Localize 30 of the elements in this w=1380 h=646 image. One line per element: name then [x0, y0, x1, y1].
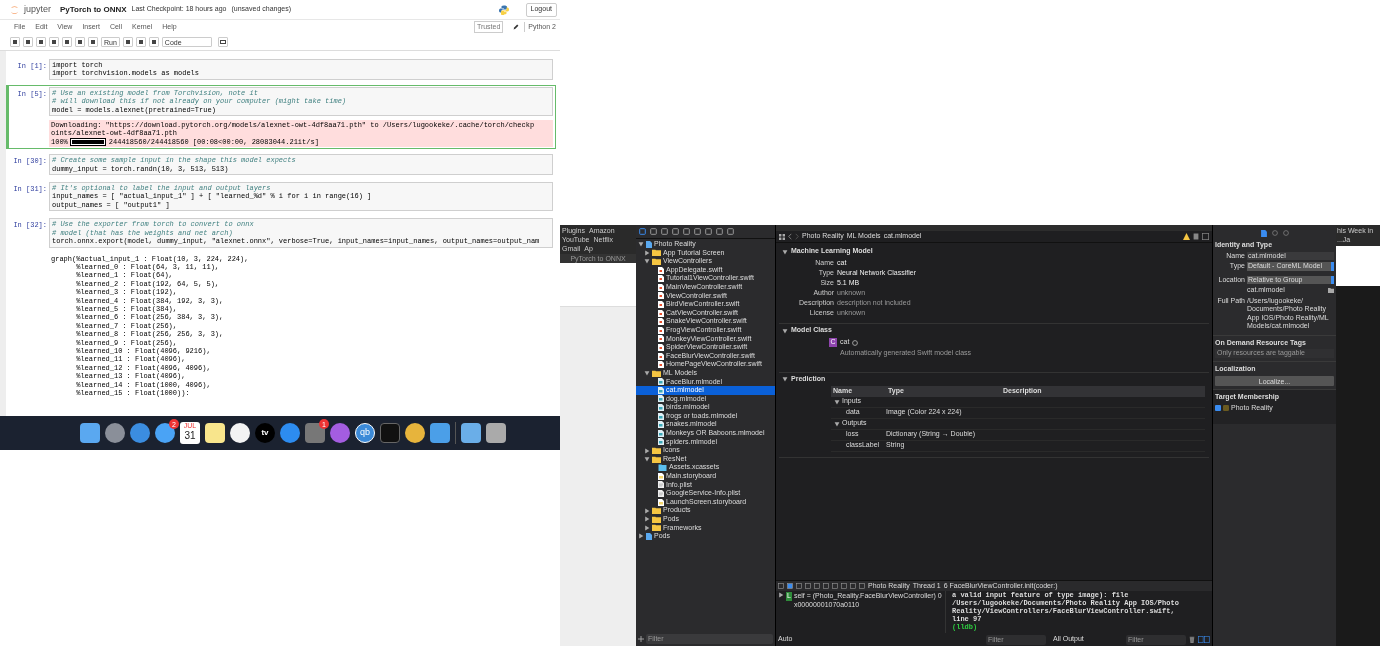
document-icon[interactable] — [1260, 229, 1267, 237]
grid-icon[interactable] — [779, 233, 785, 240]
notebook-title[interactable]: PyTorch to ONNX — [60, 3, 127, 16]
app-icon — [1223, 404, 1229, 411]
jupyter-logo-icon — [10, 4, 19, 15]
qb-app-icon[interactable]: qb — [355, 423, 375, 443]
disclosure-triangle-icon[interactable] — [782, 248, 788, 255]
storyboard-file-icon — [658, 472, 664, 480]
disclosure-triangle-icon[interactable] — [644, 370, 650, 377]
storyboard-file-icon — [658, 498, 664, 506]
back-chevron-icon[interactable] — [788, 233, 792, 240]
tv-app-icon[interactable]: tv — [255, 423, 275, 443]
project-file-icon — [646, 240, 652, 248]
disclosure-triangle-icon[interactable] — [778, 592, 784, 598]
python-logo-icon — [498, 4, 509, 15]
disclosure-triangle-icon[interactable] — [834, 420, 840, 427]
web-page — [1336, 246, 1380, 286]
asset-catalog-icon — [658, 464, 667, 472]
calendar-day: 31 — [184, 430, 196, 442]
project-file-icon — [646, 533, 652, 540]
target-checkbox[interactable] — [1215, 404, 1221, 411]
pencil-icon[interactable] — [513, 24, 520, 30]
code-input[interactable] — [49, 218, 553, 248]
disclosure-triangle-icon[interactable] — [782, 327, 788, 334]
disclosure-triangle-icon[interactable] — [834, 398, 840, 405]
document-icon[interactable] — [1193, 233, 1199, 240]
disclosure-triangle-icon[interactable] — [782, 376, 788, 382]
split-panes-icon[interactable] — [1198, 636, 1210, 643]
jupyter-wordmark[interactable]: jupyter — [24, 2, 51, 17]
notebook-cell[interactable] — [6, 84, 556, 150]
